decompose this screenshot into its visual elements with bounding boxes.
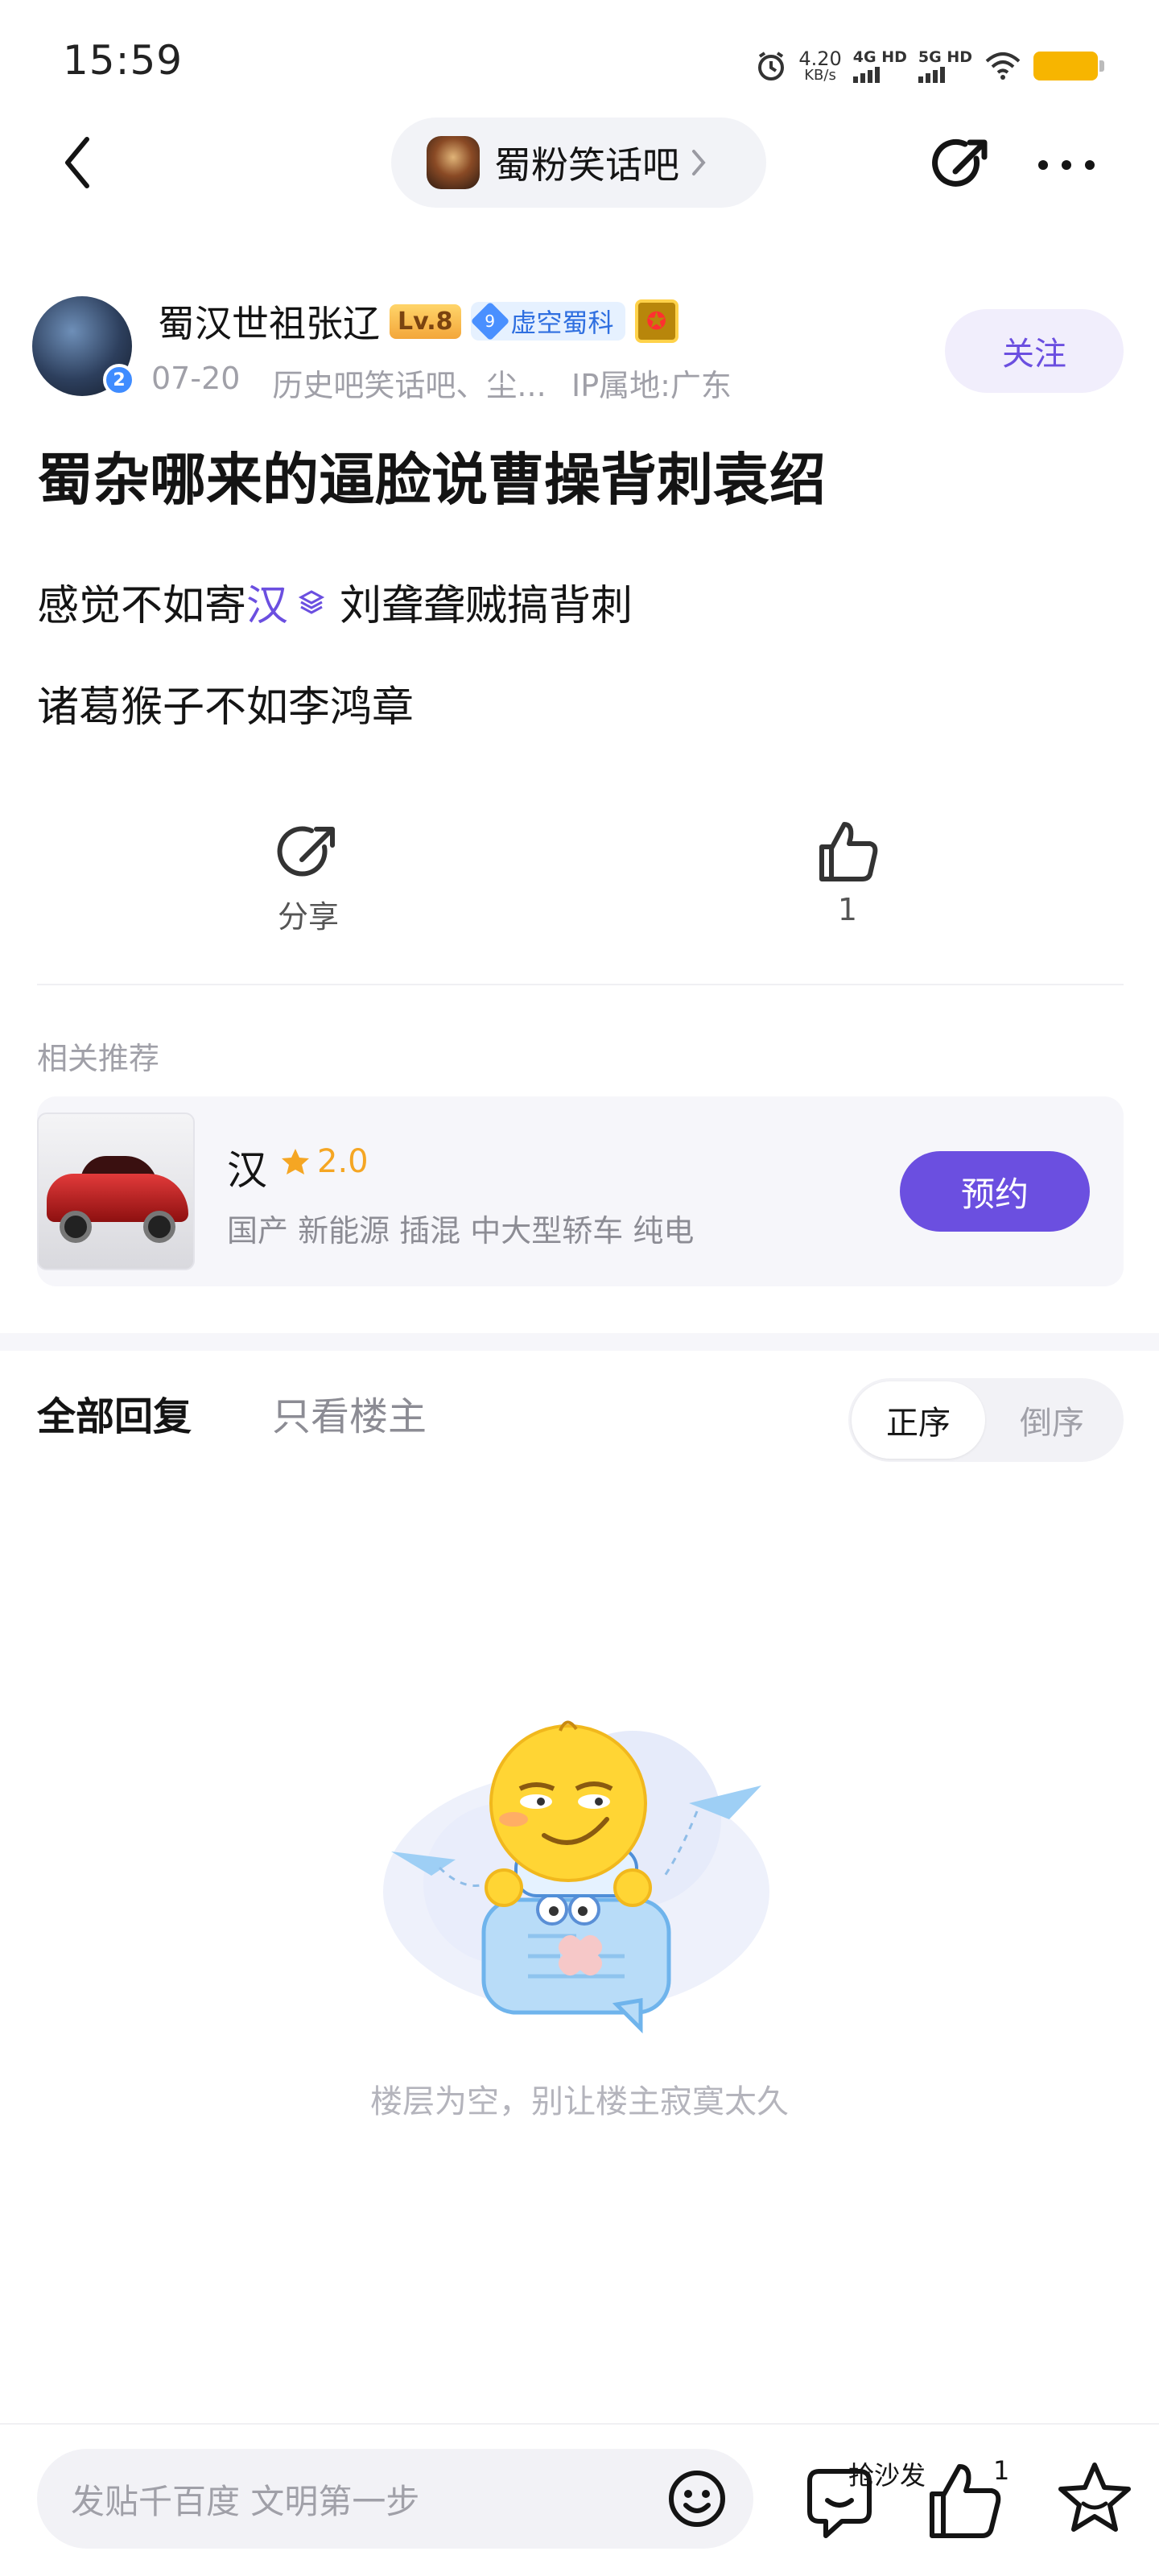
network-speed-unit: KB/s xyxy=(804,67,836,84)
post-text: 刘聋聋贼搞背刺 xyxy=(340,582,633,630)
rating-value: 2.0 xyxy=(317,1143,369,1180)
reply-input-placeholder: 发贴千百度 文明第一步 xyxy=(71,2481,420,2521)
back-button[interactable] xyxy=(45,130,109,195)
sort-desc-button[interactable]: 倒序 xyxy=(985,1381,1119,1459)
alarm-icon xyxy=(758,52,785,80)
share-label: 分享 xyxy=(277,899,339,935)
medal-icon: ✪ xyxy=(634,299,678,343)
ip-location-wrap: IP属地:广东 xyxy=(571,361,732,405)
car-thumbnail xyxy=(37,1113,195,1270)
post-body-line: 感觉不如寄 汉 刘聋聋贼搞背刺 xyxy=(37,572,633,632)
title-level-number: 9 xyxy=(485,312,495,331)
ip-location: IP属地:广东 xyxy=(571,368,732,403)
star-icon xyxy=(282,1149,309,1174)
divider xyxy=(37,984,1124,985)
related-card[interactable]: 汉 2.0 国产 新能源 插混 中大型轿车 纯电 预约 xyxy=(37,1096,1124,1286)
empty-state-illustration xyxy=(383,1720,769,2034)
reply-input[interactable]: 发贴千百度 文明第一步 xyxy=(37,2449,753,2549)
sofa-label: 抢沙发 xyxy=(848,2460,926,2491)
layers-icon xyxy=(298,588,325,616)
sim1-label: 4G HD xyxy=(852,48,907,66)
author-meta: 07-20 历史吧笑话吧、尘... xyxy=(151,361,547,405)
more-button[interactable] xyxy=(1030,129,1103,201)
related-tags: 国产 新能源 插混 中大型轿车 纯电 xyxy=(227,1213,695,1249)
title-text: 虚空蜀科 xyxy=(510,308,614,338)
empty-state-text: 楼层为空，别让楼主寂寞太久 xyxy=(370,2083,789,2120)
post-body-line: 诸葛猴子不如李鸿章 xyxy=(37,683,415,732)
tab-all-replies[interactable]: 全部回复 xyxy=(37,1385,192,1441)
sim1-signal: 4G HD xyxy=(852,48,907,83)
bottom-like-count: 1 xyxy=(993,2455,1010,2486)
network-speed-value: 4.20 xyxy=(798,47,842,70)
author-name-row: 蜀汉世祖张辽 Lv.8 9 虚空蜀科 ✪ xyxy=(158,295,678,348)
post-text: 感觉不如寄 xyxy=(37,582,247,630)
sort-asc-button[interactable]: 正序 xyxy=(852,1381,985,1459)
forum-avatar xyxy=(427,136,480,189)
follow-button[interactable]: 关注 xyxy=(945,309,1124,393)
sim2-signal: 5G HD xyxy=(918,49,972,83)
title-level-icon: 9 xyxy=(470,301,509,341)
emoji-icon xyxy=(669,2471,725,2527)
thumbs-up-icon xyxy=(819,822,878,881)
status-bar: 15:59 4.20 KB/s 4G HD 5G HD xyxy=(0,0,1159,113)
author-name[interactable]: 蜀汉世祖张辽 xyxy=(158,295,380,348)
forum-name: 蜀粉笑话吧 xyxy=(494,143,679,187)
bottom-bar-divider xyxy=(0,2423,1159,2425)
like-count: 1 xyxy=(837,892,858,927)
post-title: 蜀杂哪来的逼脸说曹操背刺袁绍 xyxy=(37,447,826,513)
section-separator xyxy=(0,1333,1159,1351)
star-outline-icon[interactable] xyxy=(1054,2458,1135,2539)
signal-bars-icon xyxy=(918,65,945,83)
signal-bars-icon xyxy=(852,65,880,83)
author-avatar[interactable]: 2 xyxy=(32,296,135,396)
like-action[interactable]: 1 xyxy=(797,818,898,927)
sort-toggle: 正序 倒序 xyxy=(848,1378,1124,1462)
reserve-button[interactable]: 预约 xyxy=(900,1151,1090,1232)
related-rating: 2.0 xyxy=(280,1143,369,1180)
related-name: 汉 xyxy=(227,1147,267,1194)
share-action[interactable]: 分享 xyxy=(258,821,359,936)
thumbs-up-icon[interactable] xyxy=(924,2457,1004,2545)
sim2-label: 5G HD xyxy=(918,48,972,66)
post-keyword-link[interactable]: 汉 xyxy=(246,572,288,632)
share-icon xyxy=(277,826,335,877)
more-icon xyxy=(1038,160,1095,170)
emoji-button[interactable] xyxy=(665,2467,729,2531)
share-button[interactable] xyxy=(926,129,998,201)
related-section-label: 相关推荐 xyxy=(37,1041,160,1076)
network-speed: 4.20 KB/s xyxy=(798,49,841,83)
chevron-left-icon xyxy=(65,137,89,188)
avatar-badge: 2 xyxy=(103,364,135,396)
battery-icon xyxy=(1033,52,1104,80)
nav-bar: 蜀粉笑话吧 xyxy=(0,113,1159,217)
tab-op-only[interactable]: 只看楼主 xyxy=(272,1385,427,1441)
title-badge: 9 虚空蜀科 xyxy=(470,301,625,341)
post-date: 07-20 xyxy=(151,361,241,396)
status-icons: 4.20 KB/s 4G HD 5G HD xyxy=(755,42,1104,90)
share-icon xyxy=(932,138,988,187)
forum-entry-button[interactable]: 蜀粉笑话吧 xyxy=(391,118,766,208)
chevron-right-icon xyxy=(692,150,706,175)
wifi-icon xyxy=(985,52,1021,80)
level-badge: Lv.8 xyxy=(390,303,461,339)
author-forums: 历史吧笑话吧、尘... xyxy=(272,368,547,403)
status-time: 15:59 xyxy=(63,37,184,84)
